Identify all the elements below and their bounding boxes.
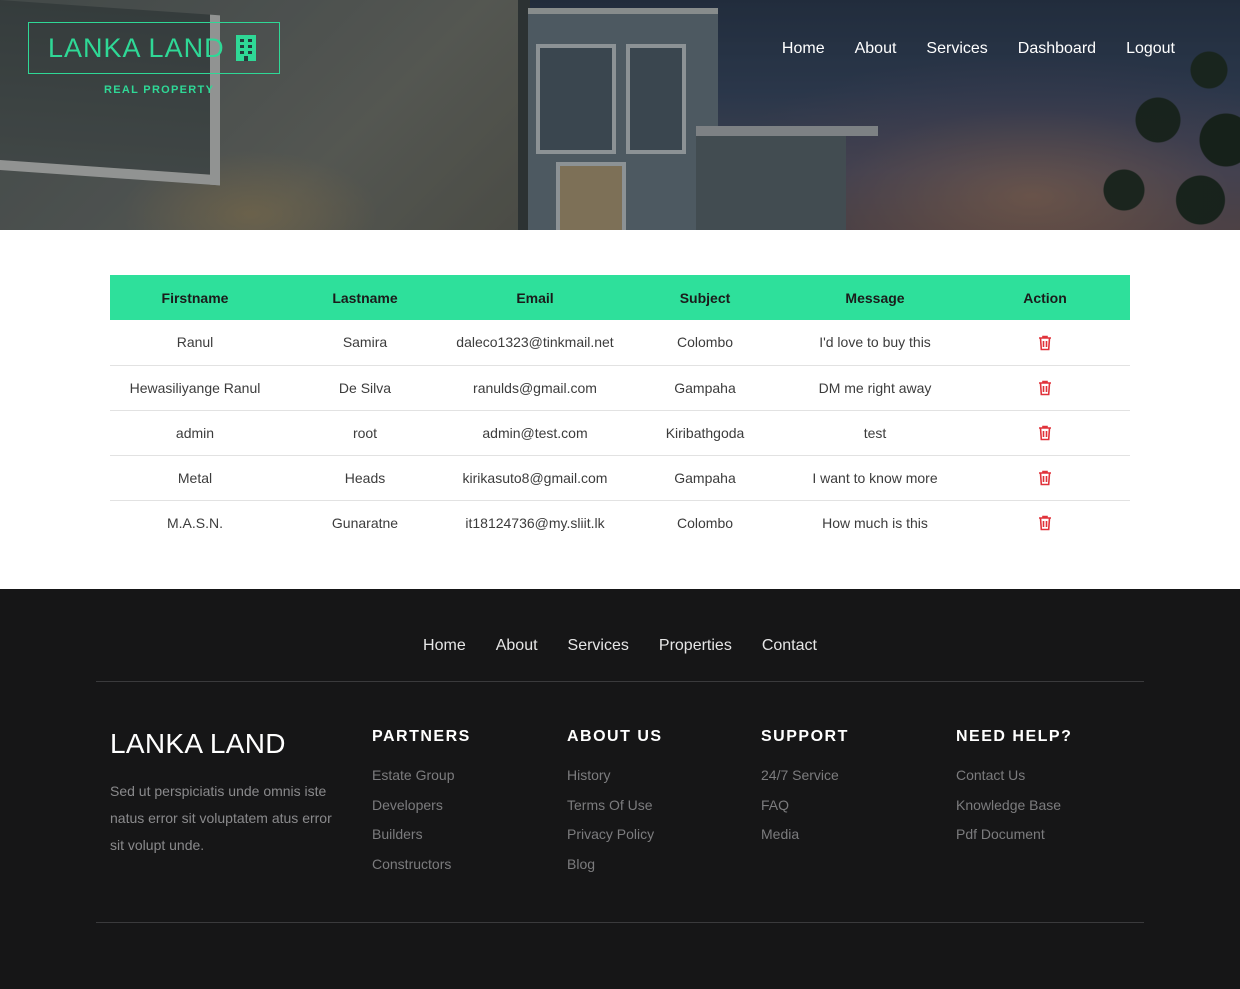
brand-logo[interactable]: LANKA LAND	[28, 22, 280, 74]
footer-link-knowledge-base[interactable]: Knowledge Base	[956, 791, 1072, 821]
cell-email: kirikasuto8@gmail.com	[450, 455, 620, 501]
cell-lastname: root	[280, 410, 450, 456]
footer-divider	[96, 922, 1144, 923]
footer-nav-properties[interactable]: Properties	[659, 635, 732, 657]
cell-subject: Kiribathgoda	[620, 410, 790, 456]
nav-services[interactable]: Services	[926, 38, 987, 60]
table-row: Ranul Samira daleco1323@tinkmail.net Col…	[110, 320, 1130, 366]
footer-column-support: SUPPORT 24/7 Service FAQ Media	[761, 727, 849, 850]
cell-email: daleco1323@tinkmail.net	[450, 320, 620, 366]
column-header-action: Action	[960, 275, 1130, 320]
footer-link-contact-us[interactable]: Contact Us	[956, 761, 1072, 791]
table-row: Metal Heads kirikasuto8@gmail.com Gampah…	[110, 455, 1130, 501]
cell-lastname: Heads	[280, 455, 450, 501]
column-header-email: Email	[450, 275, 620, 320]
cell-email: admin@test.com	[450, 410, 620, 456]
footer-description: Sed ut perspiciatis unde omnis iste natu…	[110, 783, 332, 853]
building-icon	[235, 35, 257, 61]
footer-column-need-help: NEED HELP? Contact Us Knowledge Base Pdf…	[956, 727, 1072, 850]
footer-nav-services[interactable]: Services	[568, 635, 629, 657]
site-footer: Home About Services Properties Contact L…	[0, 589, 1240, 989]
cell-message: test	[790, 410, 960, 456]
table-row: admin root admin@test.com Kiribathgoda t…	[110, 410, 1130, 456]
messages-table-section: Firstname Lastname Email Subject Message…	[110, 275, 1130, 545]
footer-link-media[interactable]: Media	[761, 820, 849, 850]
footer-nav: Home About Services Properties Contact	[0, 635, 1240, 657]
footer-column-title: PARTNERS	[372, 728, 471, 745]
nav-logout[interactable]: Logout	[1126, 38, 1175, 60]
nav-dashboard[interactable]: Dashboard	[1018, 38, 1096, 60]
footer-link-blog[interactable]: Blog	[567, 850, 663, 880]
cell-message: DM me right away	[790, 365, 960, 411]
cell-lastname: Samira	[280, 320, 450, 366]
cell-action	[960, 500, 1130, 545]
cell-firstname: Metal	[110, 455, 280, 501]
footer-link-privacy[interactable]: Privacy Policy	[567, 820, 663, 850]
cell-message: How much is this	[822, 514, 928, 531]
cell-firstname: admin	[110, 410, 280, 456]
column-header-message: Message	[790, 275, 960, 320]
cell-action	[960, 365, 1130, 411]
trash-icon[interactable]	[1038, 425, 1052, 441]
footer-nav-contact[interactable]: Contact	[762, 635, 817, 657]
footer-column-title: NEED HELP?	[956, 728, 1073, 745]
cell-subject: Colombo	[676, 514, 734, 531]
cell-subject: Gampaha	[620, 365, 790, 411]
column-header-lastname: Lastname	[280, 275, 450, 320]
cell-message: I'd love to buy this	[790, 320, 960, 366]
footer-link-terms[interactable]: Terms Of Use	[567, 791, 663, 821]
table-row: Hewasiliyange Ranul De Silva ranulds@gma…	[110, 365, 1130, 411]
cell-lastname: Gunaratne	[331, 514, 399, 531]
cell-lastname: De Silva	[280, 365, 450, 411]
cell-action	[960, 320, 1130, 366]
footer-nav-about[interactable]: About	[496, 635, 538, 657]
brand-name: LANKA LAND	[48, 32, 225, 63]
footer-link-pdf-document[interactable]: Pdf Document	[956, 820, 1072, 850]
footer-link-history[interactable]: History	[567, 761, 663, 791]
table-header-row: Firstname Lastname Email Subject Message…	[110, 275, 1130, 320]
cell-subject: Gampaha	[620, 455, 790, 501]
footer-link-developers[interactable]: Developers	[372, 791, 471, 821]
cell-action	[960, 455, 1130, 501]
cell-email: it18124736@my.sliit.lk	[465, 514, 605, 531]
table-row: M.A.S.N. Gunaratne it18124736@my.sliit.l…	[110, 500, 1130, 545]
brand-tagline: REAL PROPERTY	[104, 84, 215, 96]
footer-brand: LANKA LAND	[110, 728, 286, 759]
cell-subject: Colombo	[620, 320, 790, 366]
nav-about[interactable]: About	[855, 38, 897, 60]
footer-link-estate-group[interactable]: Estate Group	[372, 761, 471, 791]
footer-link-constructors[interactable]: Constructors	[372, 850, 471, 880]
cell-firstname: Ranul	[110, 320, 280, 366]
footer-divider	[96, 681, 1144, 682]
hero-header: LANKA LAND REAL PROPERTY Home About Serv…	[0, 0, 1240, 230]
trash-icon[interactable]	[1038, 380, 1052, 396]
footer-link-faq[interactable]: FAQ	[761, 791, 849, 821]
footer-column-about-us: ABOUT US History Terms Of Use Privacy Po…	[567, 727, 663, 879]
main-nav: Home About Services Dashboard Logout	[782, 38, 1175, 60]
cell-firstname: Hewasiliyange Ranul	[110, 365, 280, 411]
trash-icon[interactable]	[1038, 470, 1052, 486]
footer-column-title: ABOUT US	[567, 728, 663, 745]
footer-link-service[interactable]: 24/7 Service	[761, 761, 849, 791]
footer-column-partners: PARTNERS Estate Group Developers Builder…	[372, 727, 471, 879]
cell-action	[960, 410, 1130, 456]
cell-firstname: M.A.S.N.	[166, 514, 223, 531]
cell-email: ranulds@gmail.com	[450, 365, 620, 411]
column-header-subject: Subject	[620, 275, 790, 320]
messages-table: Firstname Lastname Email Subject Message…	[110, 275, 1130, 545]
cell-message: I want to know more	[790, 455, 960, 501]
trash-icon[interactable]	[1038, 515, 1052, 531]
trash-icon[interactable]	[1038, 335, 1052, 351]
footer-link-builders[interactable]: Builders	[372, 820, 471, 850]
column-header-firstname: Firstname	[110, 275, 280, 320]
footer-nav-home[interactable]: Home	[423, 635, 466, 657]
footer-column-title: SUPPORT	[761, 728, 849, 745]
nav-home[interactable]: Home	[782, 38, 825, 60]
